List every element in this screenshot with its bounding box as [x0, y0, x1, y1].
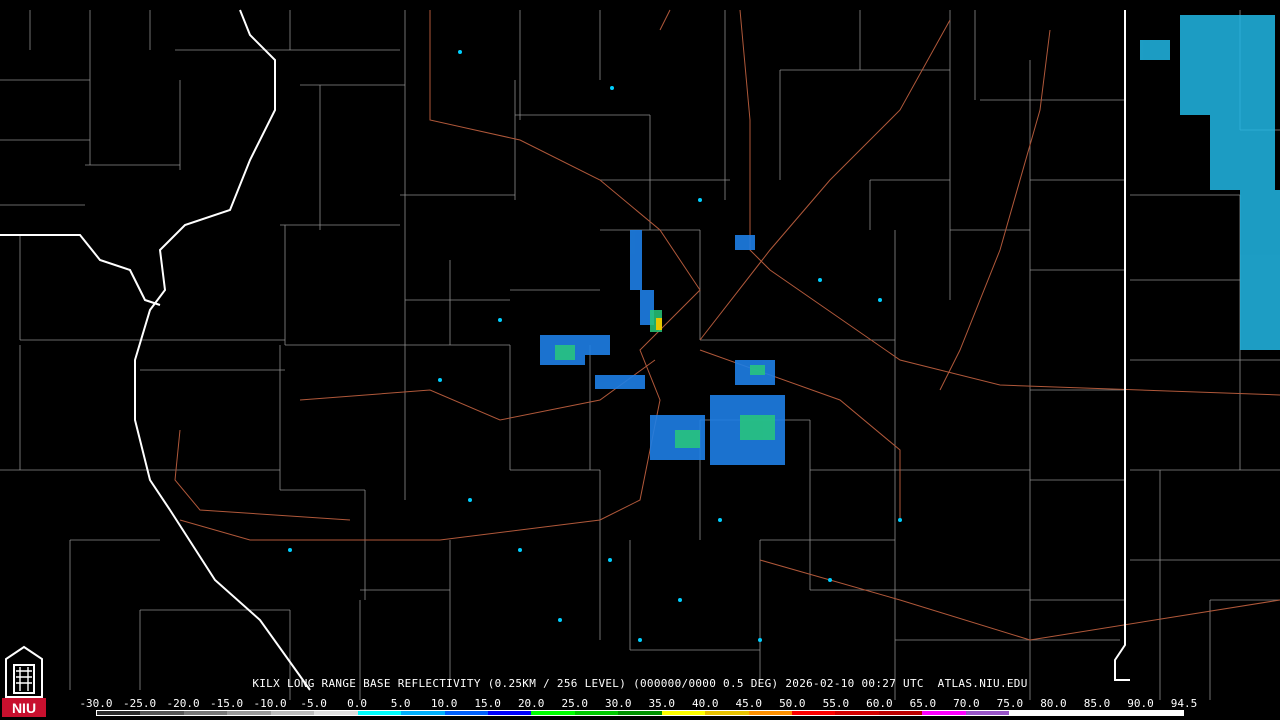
scale-label: -15.0	[209, 697, 244, 710]
scale-label: 94.5	[1170, 697, 1198, 710]
scale-color-swatch	[792, 711, 836, 715]
scale-label: -25.0	[122, 697, 157, 710]
scale-color-swatch	[705, 711, 749, 715]
scale-label: 90.0	[1127, 697, 1154, 710]
scale-label: 25.0	[561, 697, 588, 710]
scale-label: 60.0	[866, 697, 893, 710]
scale-color-swatch	[444, 711, 488, 715]
scale-color-swatch	[922, 711, 966, 715]
scale-label: 0.0	[347, 697, 368, 710]
scale-label: 80.0	[1040, 697, 1067, 710]
scale-label: 45.0	[735, 697, 763, 710]
niu-logo: NIU	[2, 645, 46, 717]
scale-color-swatch	[618, 711, 662, 715]
scale-color-swatch	[1009, 711, 1053, 715]
scale-color-swatch	[97, 711, 141, 715]
scale-label: 5.0	[390, 697, 411, 710]
scale-label: -30.0	[79, 697, 113, 710]
scale-label: 30.0	[604, 697, 632, 710]
scale-label: 70.0	[953, 697, 980, 710]
scale-color-swatch	[227, 711, 271, 715]
scale-color-swatch	[574, 711, 619, 715]
scale-label: 10.0	[430, 697, 458, 710]
scale-color-swatch	[1139, 711, 1183, 715]
reflectivity-color-bar	[96, 710, 1184, 716]
scale-color-swatch	[748, 711, 792, 715]
scale-label: -20.0	[166, 697, 200, 710]
scale-label: -5.0	[300, 697, 327, 710]
scale-color-swatch	[401, 711, 445, 715]
scale-color-swatch	[531, 711, 575, 715]
scale-label: -10.0	[253, 697, 287, 710]
scale-color-swatch	[270, 711, 315, 715]
scale-color-swatch	[140, 711, 184, 715]
scale-label: 75.0	[996, 697, 1024, 710]
scale-label: 65.0	[909, 697, 937, 710]
scale-color-swatch	[314, 711, 358, 715]
scale-label: 40.0	[692, 697, 719, 710]
product-title: KILX LONG RANGE BASE REFLECTIVITY (0.25K…	[252, 677, 1028, 690]
scale-color-swatch	[487, 711, 532, 715]
reflectivity-scale-labels: -30.0 -25.0 -20.0 -15.0 -10.0 -5.0 0.0 5.0 10.0 1…	[79, 697, 1200, 710]
scale-label: 20.0	[517, 697, 545, 710]
scale-color-swatch	[878, 711, 923, 715]
niu-logo-text: NIU	[12, 700, 36, 716]
scale-label: 15.0	[474, 697, 501, 710]
scale-color-swatch	[1096, 711, 1140, 715]
scale-color-swatch	[357, 711, 402, 715]
scale-label: 55.0	[822, 697, 850, 710]
scale-color-swatch	[965, 711, 1010, 715]
scale-color-swatch	[835, 711, 879, 715]
scale-label: 85.0	[1083, 697, 1111, 710]
radar-map	[0, 0, 1280, 720]
scale-color-swatch	[661, 711, 706, 715]
scale-color-swatch	[183, 711, 228, 715]
scale-color-swatch	[1052, 711, 1097, 715]
scale-label: 50.0	[779, 697, 806, 710]
scale-label: 35.0	[648, 697, 676, 710]
